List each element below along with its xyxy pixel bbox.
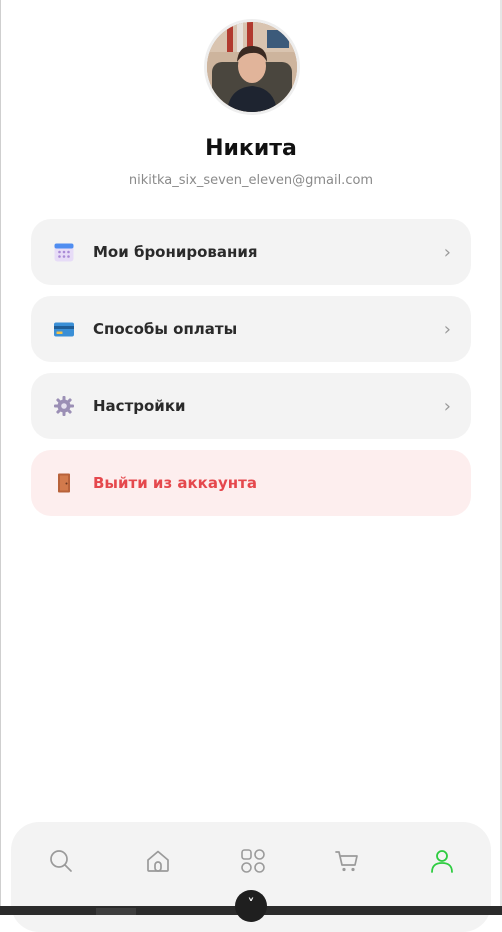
menu-label-payment: Способы оплаты	[93, 320, 238, 338]
collapse-button[interactable]: ˅	[235, 890, 267, 922]
menu-label-settings: Настройки	[93, 397, 186, 415]
door-icon	[53, 472, 75, 494]
calendar-icon	[53, 241, 75, 263]
search-icon	[50, 850, 72, 872]
nav-profile[interactable]	[429, 848, 455, 874]
user-icon	[431, 850, 453, 873]
menu-item-bookings[interactable]: Мои бронирования ›	[31, 219, 471, 285]
logout-label: Выйти из аккаунта	[93, 474, 257, 492]
credit-card-icon	[53, 318, 75, 340]
nav-catalog[interactable]	[240, 848, 266, 874]
chevron-right-icon: ›	[443, 396, 451, 417]
home-icon	[147, 850, 169, 872]
bottom-bar-segment	[96, 908, 136, 915]
profile-name: Никита	[205, 136, 297, 161]
avatar[interactable]	[204, 19, 300, 115]
grid-icon	[241, 849, 265, 873]
avatar-photo	[207, 22, 297, 112]
nav-search[interactable]	[48, 848, 74, 874]
menu-label-bookings: Мои бронирования	[93, 243, 258, 261]
cart-icon	[335, 851, 358, 872]
nav-home[interactable]	[145, 848, 171, 874]
nav-cart[interactable]	[334, 848, 360, 874]
chevron-right-icon: ›	[443, 319, 451, 340]
chevron-right-icon: ›	[443, 242, 451, 263]
logout-button[interactable]: Выйти из аккаунта	[31, 450, 471, 516]
gear-icon	[53, 395, 75, 417]
menu-item-payment[interactable]: Способы оплаты ›	[31, 296, 471, 362]
profile-email: nikitka_six_seven_eleven@gmail.com	[128, 173, 374, 188]
menu-item-settings[interactable]: Настройки ›	[31, 373, 471, 439]
